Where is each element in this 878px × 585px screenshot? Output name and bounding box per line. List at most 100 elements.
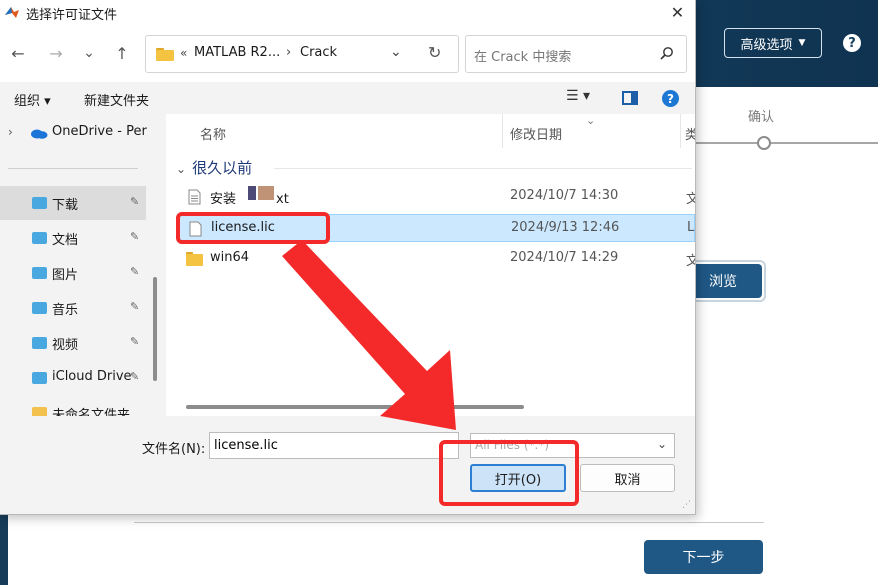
close-icon[interactable]: ✕ (660, 0, 695, 24)
table-row[interactable]: win64 2024/10/7 14:29 文 (178, 245, 695, 273)
table-row[interactable]: 安装 xt 2024/10/7 14:30 文 (178, 183, 695, 211)
pin-icon: ✎ (130, 230, 140, 243)
expand-chevron-icon[interactable]: › (8, 125, 13, 139)
view-options-icon[interactable]: ☰ ▾ (566, 88, 590, 104)
column-separator[interactable] (502, 114, 503, 148)
next-button[interactable]: 下一步 (644, 540, 763, 574)
recent-locations-icon[interactable]: ⌄ (77, 41, 101, 65)
forward-arrow-icon[interactable]: → (44, 41, 68, 65)
step-progress-line (694, 142, 878, 144)
file-type: LI (687, 220, 695, 235)
cancel-button[interactable]: 取消 (580, 464, 675, 492)
sidebar-item-label: 文档 (52, 233, 79, 248)
file-date: 2024/10/7 14:30 (510, 188, 619, 203)
sidebar-item-label: 未命名文件夹 (52, 408, 131, 416)
sidebar-item-onedrive[interactable]: › OneDrive - Per (0, 116, 147, 150)
pin-icon: ✎ (130, 335, 140, 348)
sidebar-item-label: 音乐 (52, 303, 79, 318)
folder-icon (156, 48, 174, 61)
command-bar: 组织 ▾ 新建文件夹 ☰ ▾ ? (0, 82, 695, 114)
address-dropdown-icon[interactable]: ⌄ (390, 44, 402, 60)
caret-down-icon: ▼ (798, 38, 806, 48)
videos-folder-icon (32, 337, 47, 349)
step-label-confirm: 确认 (748, 110, 775, 125)
search-box[interactable]: 在 Crack 中搜索 (465, 35, 687, 73)
dialog-title: 选择许可证文件 (26, 8, 118, 23)
navigation-bar: ← → ⌄ ↑ « MATLAB R2... › Crack ⌄ ↻ 在 Cra… (0, 24, 695, 82)
file-type: 文 (686, 192, 695, 207)
step-indicator-dot (757, 136, 771, 150)
icloud-folder-icon (32, 372, 47, 384)
annotation-highlight-license (176, 212, 330, 244)
download-folder-icon (32, 197, 47, 209)
group-divider (274, 168, 692, 169)
column-header-type[interactable]: 类 (685, 124, 695, 143)
new-folder-button[interactable]: 新建文件夹 (84, 90, 149, 109)
group-header-long-ago[interactable]: ⌄ 很久以前 (176, 157, 252, 178)
chevron-down-icon: ⌄ (657, 437, 668, 451)
refresh-icon[interactable]: ↻ (428, 43, 441, 62)
horizontal-scrollbar[interactable] (186, 405, 524, 409)
advanced-options-label: 高级选项 (740, 37, 793, 53)
search-input[interactable]: 在 Crack 中搜索 (474, 46, 571, 65)
up-arrow-icon[interactable]: ↑ (110, 41, 134, 65)
sidebar-item-music[interactable]: 音乐 ✎ (0, 291, 146, 325)
sidebar-item-icloud[interactable]: iCloud Drive ✎ (0, 361, 146, 395)
group-chevron-icon: ⌄ (176, 162, 187, 176)
filename-label: 文件名(N): (142, 442, 206, 457)
matlab-logo-icon (5, 7, 19, 18)
folder-icon (32, 407, 47, 416)
redaction-mark (248, 186, 256, 200)
file-type: 文 (686, 254, 695, 269)
column-header-date[interactable]: 修改日期 (510, 124, 562, 143)
footer-divider (134, 522, 764, 523)
help-icon[interactable]: ? (843, 34, 861, 52)
column-header-name[interactable]: 名称 (200, 124, 226, 143)
filename-field-wrapper (209, 432, 459, 459)
sidebar-divider (8, 168, 138, 169)
organize-menu[interactable]: 组织 ▾ (14, 90, 51, 109)
sidebar-item-label: 下载 (52, 198, 79, 213)
preview-pane-icon[interactable] (622, 91, 638, 105)
file-open-dialog: 选择许可证文件 ✕ ← → ⌄ ↑ « MATLAB R2... › Crack… (0, 0, 696, 515)
filename-input[interactable] (210, 433, 458, 458)
pin-icon: ✎ (130, 370, 140, 383)
file-name: win64 (210, 250, 250, 265)
sidebar-scrollbar[interactable] (153, 277, 157, 381)
resize-grip-icon[interactable]: ⋰ (682, 500, 691, 510)
file-date: 2024/9/13 12:46 (511, 220, 620, 235)
sidebar-item-downloads[interactable]: 下载 ✎ (0, 186, 146, 220)
navigation-pane: › OneDrive - Per 下载 ✎ 文档 ✎ 图片 ✎ 音乐 ✎ 视频 … (0, 114, 160, 416)
pin-icon: ✎ (130, 300, 140, 313)
sidebar-item-label: OneDrive - Per (52, 124, 147, 139)
breadcrumb-crack[interactable]: Crack (300, 45, 337, 60)
dialog-titlebar[interactable]: 选择许可证文件 ✕ (0, 0, 695, 24)
sidebar-item-videos[interactable]: 视频 ✎ (0, 326, 146, 360)
breadcrumb-separator-icon[interactable]: › (286, 45, 291, 60)
pin-icon: ✎ (130, 265, 140, 278)
group-header-label: 很久以前 (192, 159, 253, 177)
sidebar-item-unnamed-folder[interactable]: 未命名文件夹 (0, 396, 146, 416)
advanced-options-button[interactable]: 高级选项 ▼ (724, 28, 822, 58)
column-separator[interactable] (680, 114, 681, 148)
breadcrumb-matlab[interactable]: MATLAB R2... (194, 45, 280, 60)
sort-caret-icon: ⌄ (586, 114, 596, 127)
sidebar-item-documents[interactable]: 文档 ✎ (0, 221, 146, 255)
file-date: 2024/10/7 14:29 (510, 250, 619, 265)
installer-left-edge (0, 512, 8, 585)
music-folder-icon (32, 302, 47, 314)
address-overflow-icon[interactable]: « (180, 46, 187, 60)
annotation-highlight-open (439, 440, 579, 506)
search-icon (660, 47, 673, 60)
pictures-folder-icon (32, 267, 47, 279)
sidebar-item-label: 图片 (52, 268, 79, 283)
address-bar[interactable]: « MATLAB R2... › Crack ⌄ ↻ (145, 35, 459, 73)
back-arrow-icon[interactable]: ← (6, 41, 30, 65)
sidebar-item-label: 视频 (52, 338, 79, 353)
sidebar-item-pictures[interactable]: 图片 ✎ (0, 256, 146, 290)
redaction-mark (258, 186, 274, 200)
file-list: 名称 ⌄ 修改日期 类 ⌄ 很久以前 安装 xt 2024/10/7 14:30 文 (166, 114, 695, 416)
help-icon[interactable]: ? (662, 90, 679, 107)
pin-icon: ✎ (130, 195, 140, 208)
onedrive-icon (31, 129, 48, 139)
